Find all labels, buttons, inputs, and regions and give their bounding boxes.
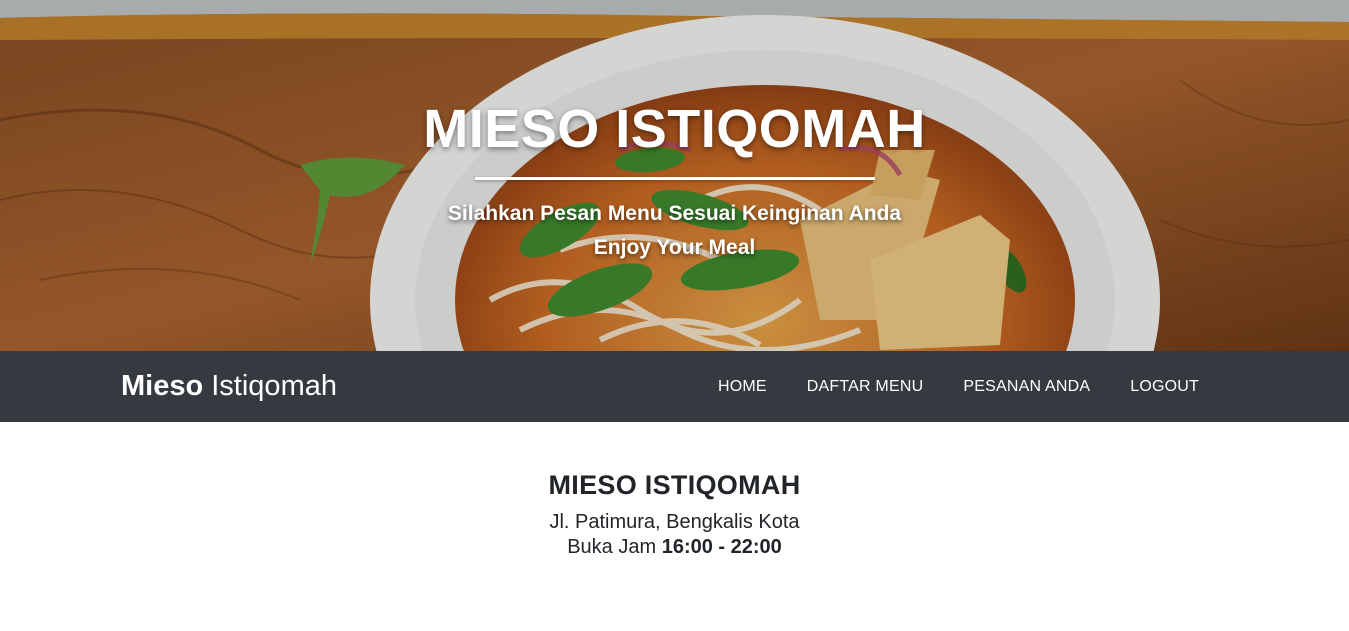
nav-link-daftar-menu[interactable]: DAFTAR MENU [807,378,924,396]
opening-hours-label: Buka Jam [567,536,657,558]
restaurant-info: MIESO ISTIQOMAH Jl. Patimura, Bengkalis … [0,470,1349,559]
navbar-brand[interactable]: Mieso Istiqomah [121,370,337,403]
nav-link-home[interactable]: HOME [718,378,767,396]
hero-subtitle-line2: Enjoy Your Meal [593,236,756,259]
hero-banner: MIESO ISTIQOMAH Silahkan Pesan Menu Sesu… [0,0,1349,351]
opening-hours-value: 16:00 - 22:00 [661,536,782,558]
hero-subtitle-line1: Silahkan Pesan Menu Sesuai Keinginan And… [447,202,902,225]
opening-hours: Buka Jam 16:00 - 22:00 [0,536,1349,559]
restaurant-address: Jl. Patimura, Bengkalis Kota [549,511,800,533]
hero-title: MIESO ISTIQOMAH [423,99,926,159]
brand-bold-text: Mieso [121,370,204,402]
nav-link-pesanan-anda[interactable]: PESANAN ANDA [963,378,1090,396]
hero-overlay [0,0,1349,351]
brand-regular-text: Istiqomah [211,370,337,402]
nav-link-logout[interactable]: LOGOUT [1130,378,1199,396]
restaurant-name: MIESO ISTIQOMAH [548,470,801,500]
main-navbar: Mieso Istiqomah HOME DAFTAR MENU PESANAN… [0,351,1349,422]
nav-links: HOME DAFTAR MENU PESANAN ANDA LOGOUT [718,351,1199,422]
hero-divider [475,177,875,180]
